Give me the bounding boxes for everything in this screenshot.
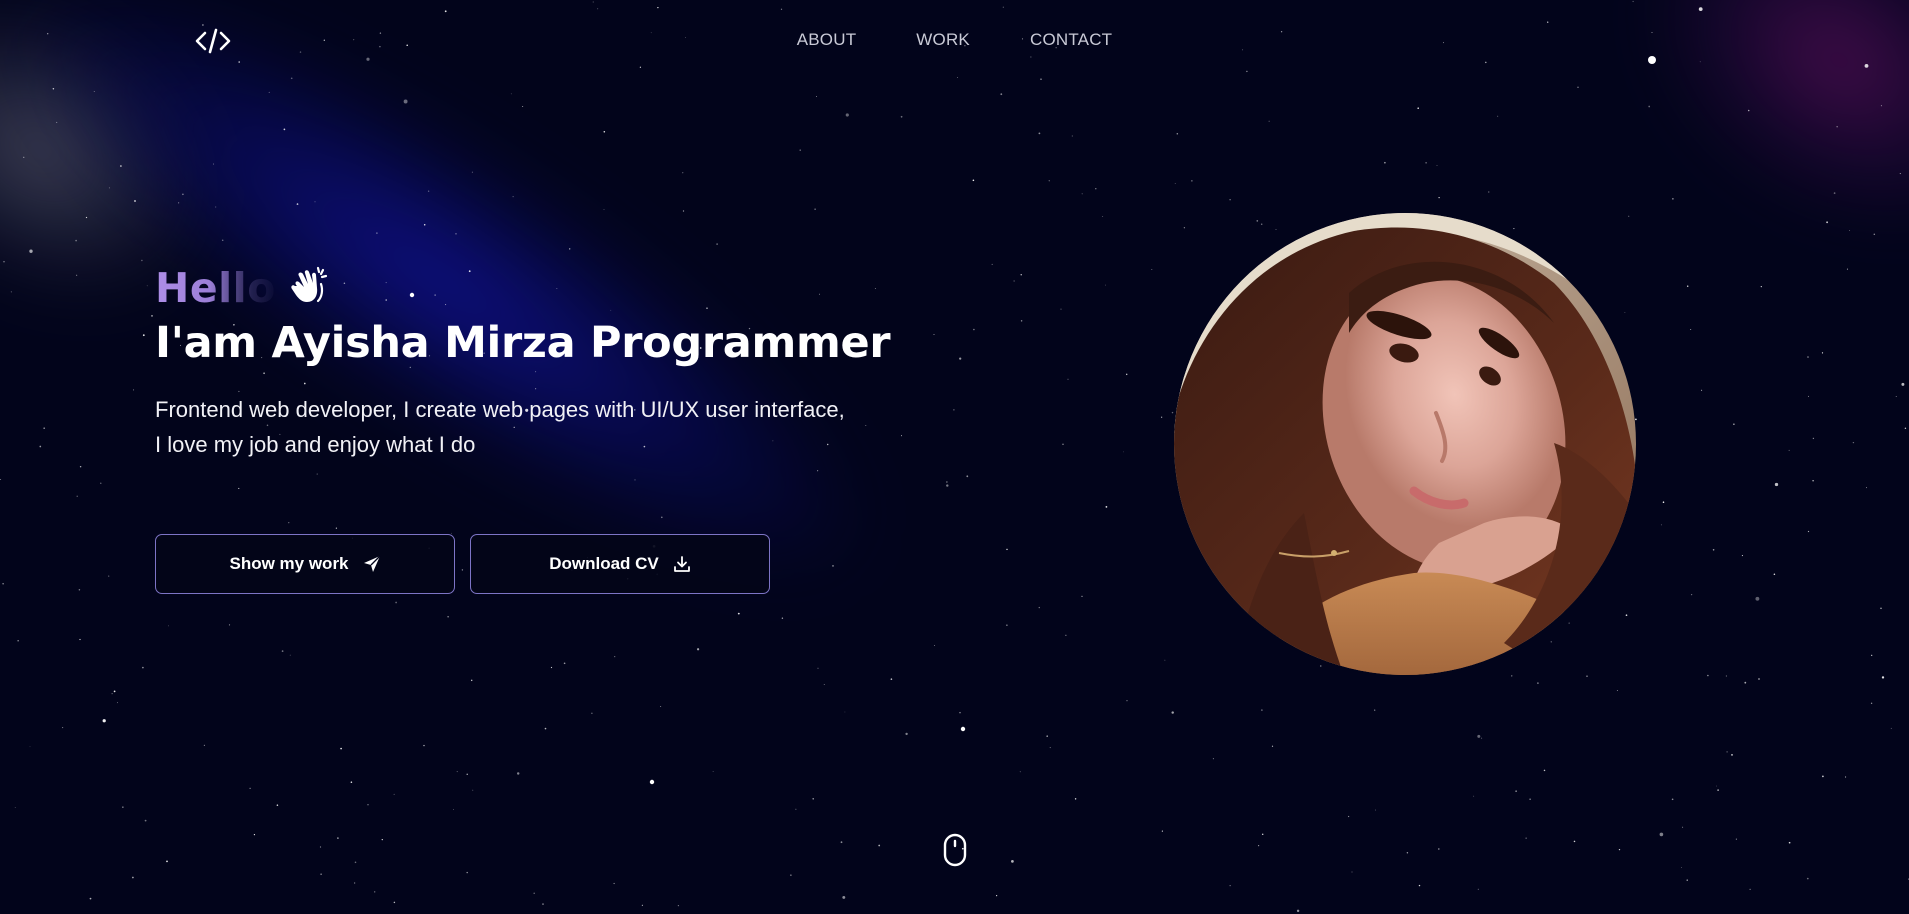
download-icon	[673, 555, 691, 573]
decorative-dot	[1648, 56, 1656, 64]
hero-section: Hello I'am Ayisha Mirza Programmer Front…	[155, 262, 975, 462]
show-my-work-button[interactable]: Show my work	[155, 534, 455, 594]
show-my-work-label: Show my work	[229, 554, 349, 573]
main-navigation: ABOUT WORK CONTACT	[0, 30, 1909, 50]
mouse-scroll-icon[interactable]	[943, 833, 967, 867]
description-line-1: Frontend web developer, I create web pag…	[155, 397, 845, 422]
description-line-2: I love my job and enjoy what I do	[155, 432, 476, 457]
nav-link-work[interactable]: WORK	[916, 30, 970, 50]
profile-photo	[1174, 213, 1636, 675]
greeting-text: Hello	[155, 264, 276, 312]
hero-buttons: Show my work Download CV	[155, 534, 770, 594]
download-cv-button[interactable]: Download CV	[470, 534, 770, 594]
download-cv-label: Download CV	[549, 554, 659, 573]
landing-page: ABOUT WORK CONTACT Hello I'am Ayisha Mir…	[0, 0, 1909, 914]
nav-link-contact[interactable]: CONTACT	[1030, 30, 1112, 50]
waving-hand-icon	[288, 264, 330, 306]
hero-description: Frontend web developer, I create web pag…	[155, 392, 975, 462]
greeting-row: Hello	[155, 262, 975, 314]
nav-link-about[interactable]: ABOUT	[797, 30, 857, 50]
hero-headline: I'am Ayisha Mirza Programmer	[155, 318, 891, 368]
paper-plane-icon	[363, 555, 381, 573]
